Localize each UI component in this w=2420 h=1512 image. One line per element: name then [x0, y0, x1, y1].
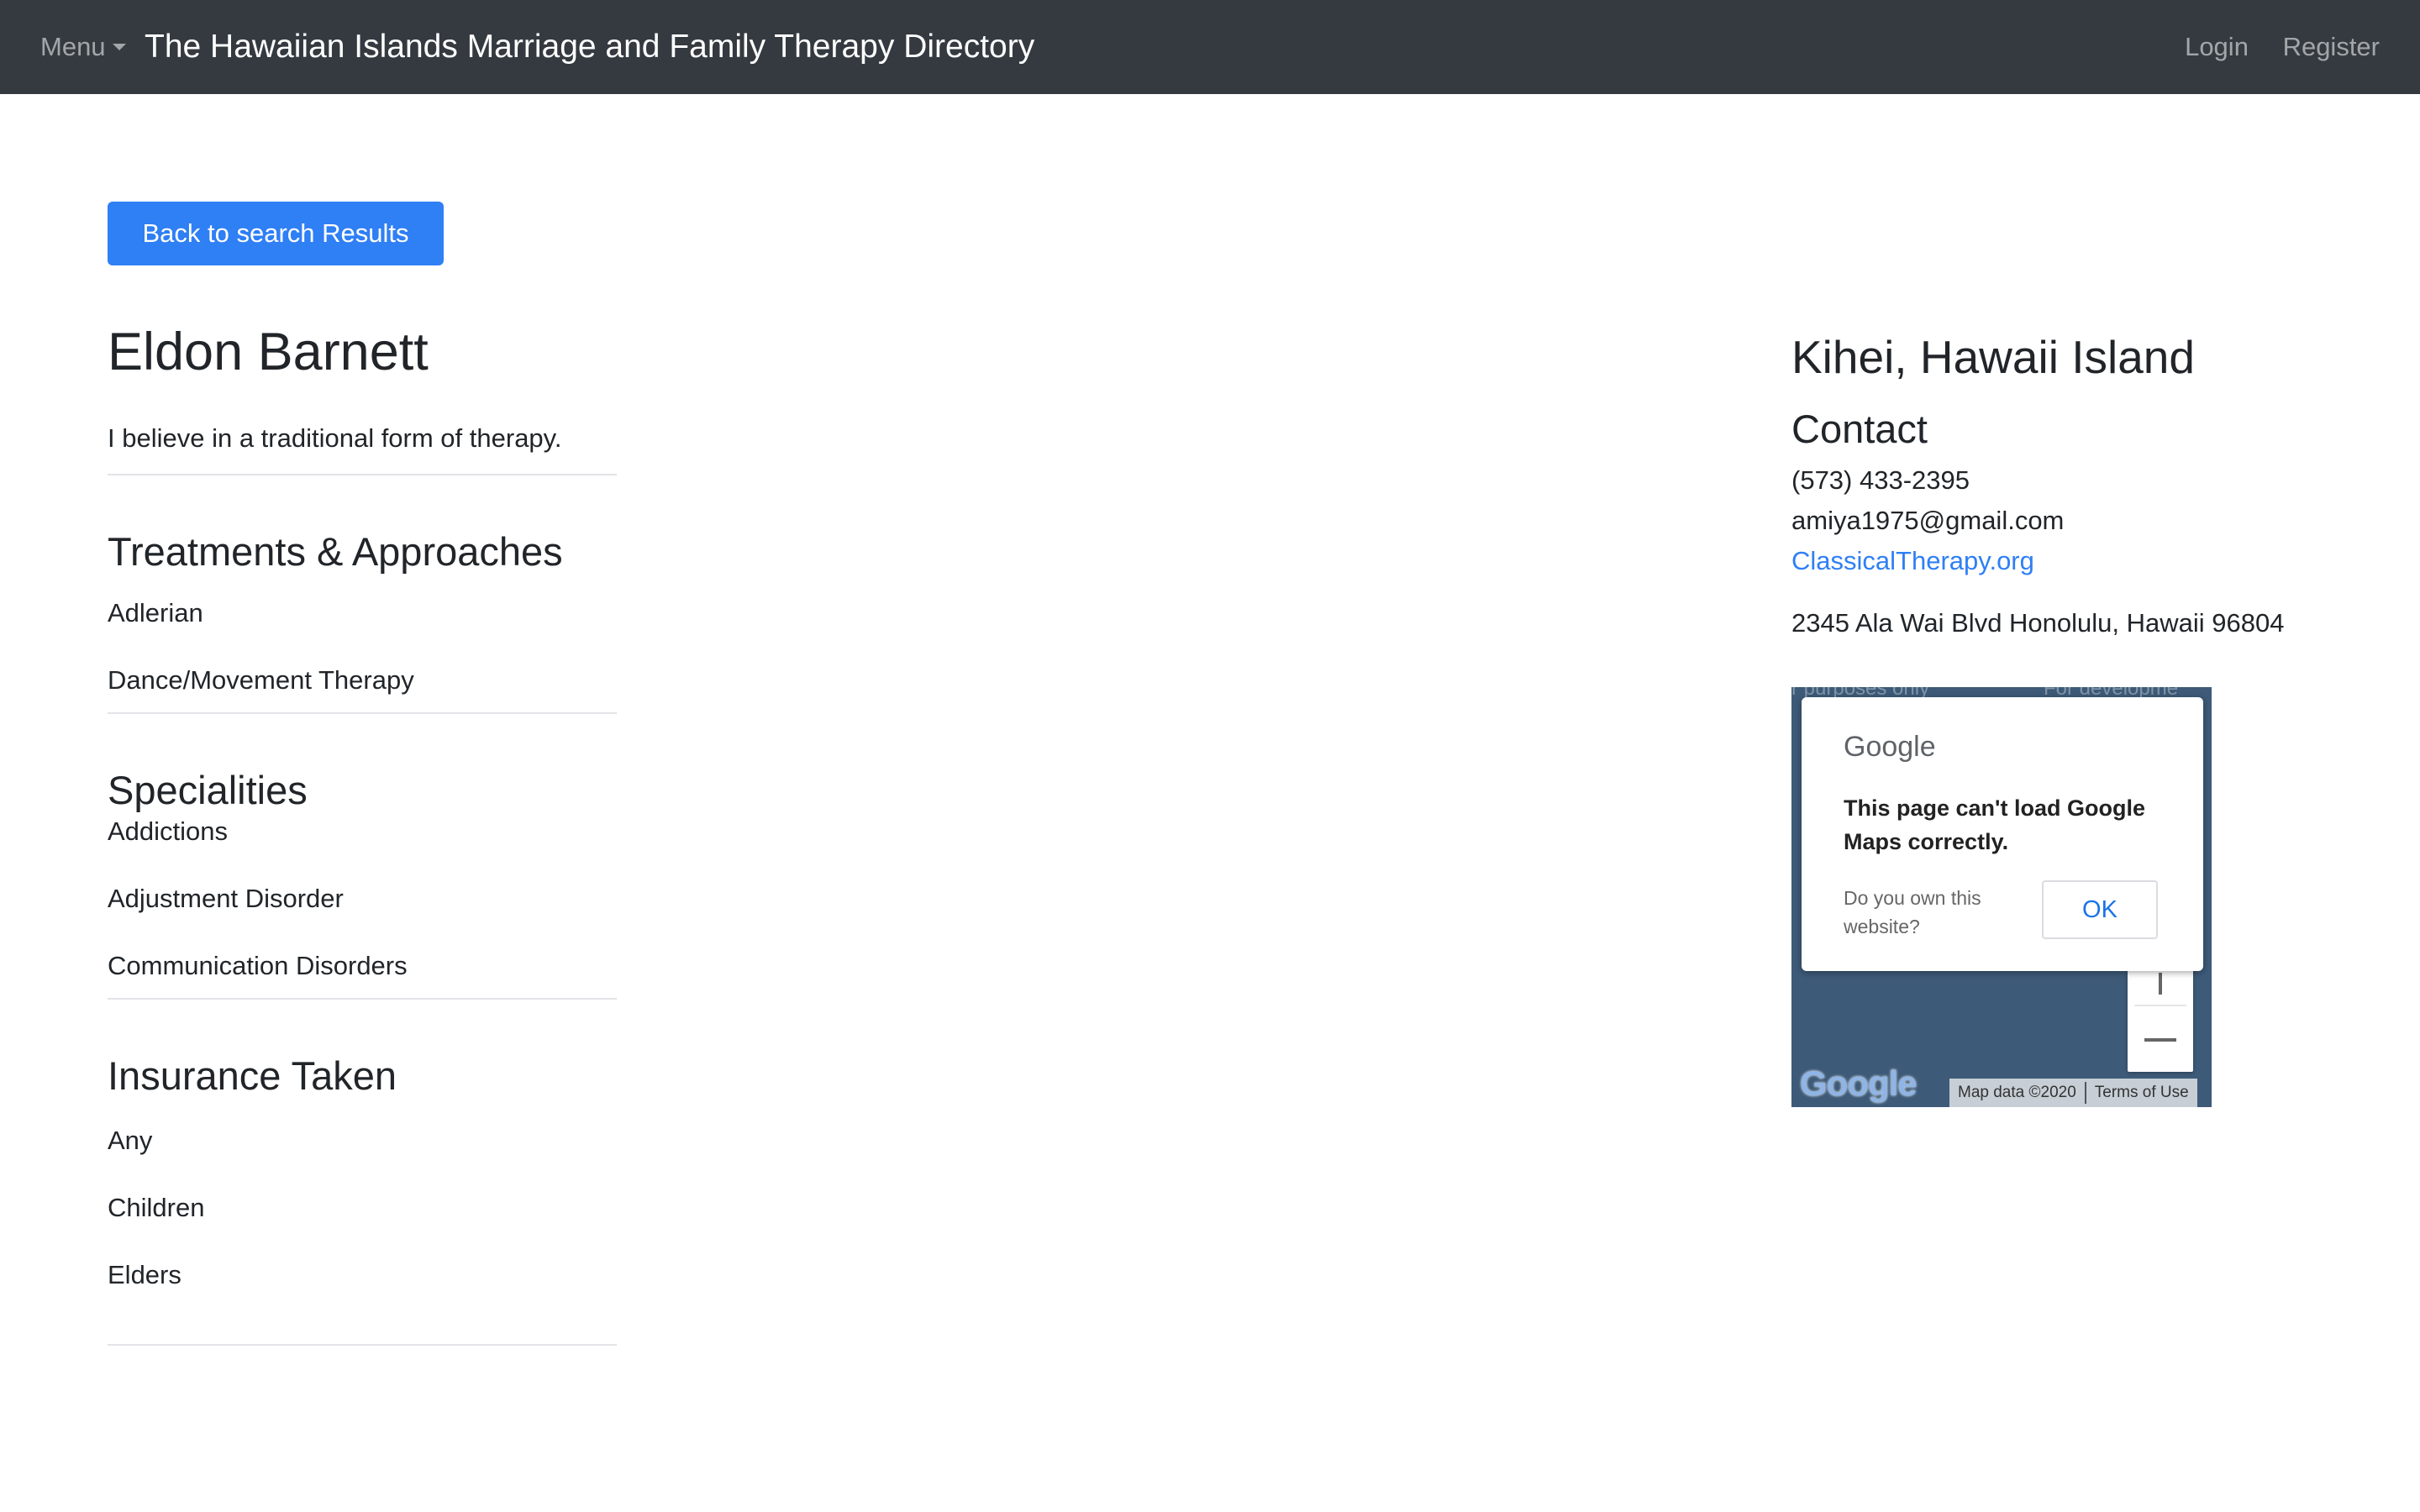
auth-links: Login Register — [2158, 0, 2380, 94]
divider — [108, 998, 617, 1000]
street-address: 2345 Ala Wai Blvd Honolulu, Hawaii 96804 — [1791, 608, 2285, 638]
speciality-item: Adjustment Disorder — [108, 884, 344, 913]
map-owner-question: Do you own this website? — [1844, 887, 1981, 937]
location-heading: Kihei, Hawaii Island — [1791, 331, 2195, 383]
top-navbar: Menu The Hawaiian Islands Marriage and F… — [0, 0, 2420, 94]
website-link[interactable]: ClassicalTherapy.org — [1791, 541, 2396, 581]
specialities-heading: Specialities — [108, 768, 308, 812]
google-map[interactable]: r purposes only For developme Google Thi… — [1791, 687, 2212, 1107]
terms-link[interactable]: Terms of Use — [2086, 1084, 2197, 1101]
register-link[interactable]: Register — [2283, 32, 2380, 61]
treatment-item: Adlerian — [108, 598, 203, 627]
zoom-out-button[interactable] — [2128, 1006, 2193, 1072]
google-watermark-logo: Google — [1800, 1063, 1918, 1103]
map-attribution: Map data ©2020 Terms of Use — [1949, 1079, 2197, 1107]
map-error-dialog: Google This page can't load Google Maps … — [1802, 697, 2203, 971]
speciality-item: Addictions — [108, 816, 229, 846]
login-link[interactable]: Login — [2185, 32, 2249, 61]
site-brand[interactable]: The Hawaiian Islands Marriage and Family… — [145, 0, 1034, 94]
map-error-message: This page can't load Google Maps correct… — [1844, 795, 2145, 854]
contact-panel: Kihei, Hawaii Island Contact (573) 433-2… — [1791, 328, 2396, 640]
insurance-item: Any — [108, 1126, 153, 1155]
insurance-item: Children — [108, 1193, 205, 1222]
divider — [108, 474, 617, 475]
map-data-text: Map data ©2020 — [1958, 1084, 2076, 1101]
therapist-bio: I believe in a traditional form of thera… — [108, 423, 562, 453]
insurance-heading: Insurance Taken — [108, 1053, 397, 1098]
speciality-item: Communication Disorders — [108, 951, 408, 980]
phone-number: (573) 433-2395 — [1791, 465, 1970, 495]
contact-heading: Contact — [1791, 407, 1928, 451]
insurance-item: Elders — [108, 1260, 182, 1289]
caret-down-icon — [112, 44, 126, 50]
treatments-heading: Treatments & Approaches — [108, 529, 563, 574]
divider — [108, 1344, 617, 1346]
divider — [108, 712, 617, 714]
google-logo: Google — [1844, 731, 1936, 763]
menu-label: Menu — [40, 32, 106, 61]
menu-dropdown[interactable]: Menu — [40, 0, 126, 94]
therapist-profile: Eldon Barnett I believe in a traditional… — [108, 319, 617, 1346]
treatment-item: Dance/Movement Therapy — [108, 665, 414, 695]
email-address: amiya1975@gmail.com — [1791, 506, 2065, 535]
dismiss-ok-button[interactable]: OK — [2042, 880, 2158, 939]
therapist-name: Eldon Barnett — [108, 323, 429, 381]
back-to-results-button[interactable]: Back to search Results — [108, 202, 444, 265]
